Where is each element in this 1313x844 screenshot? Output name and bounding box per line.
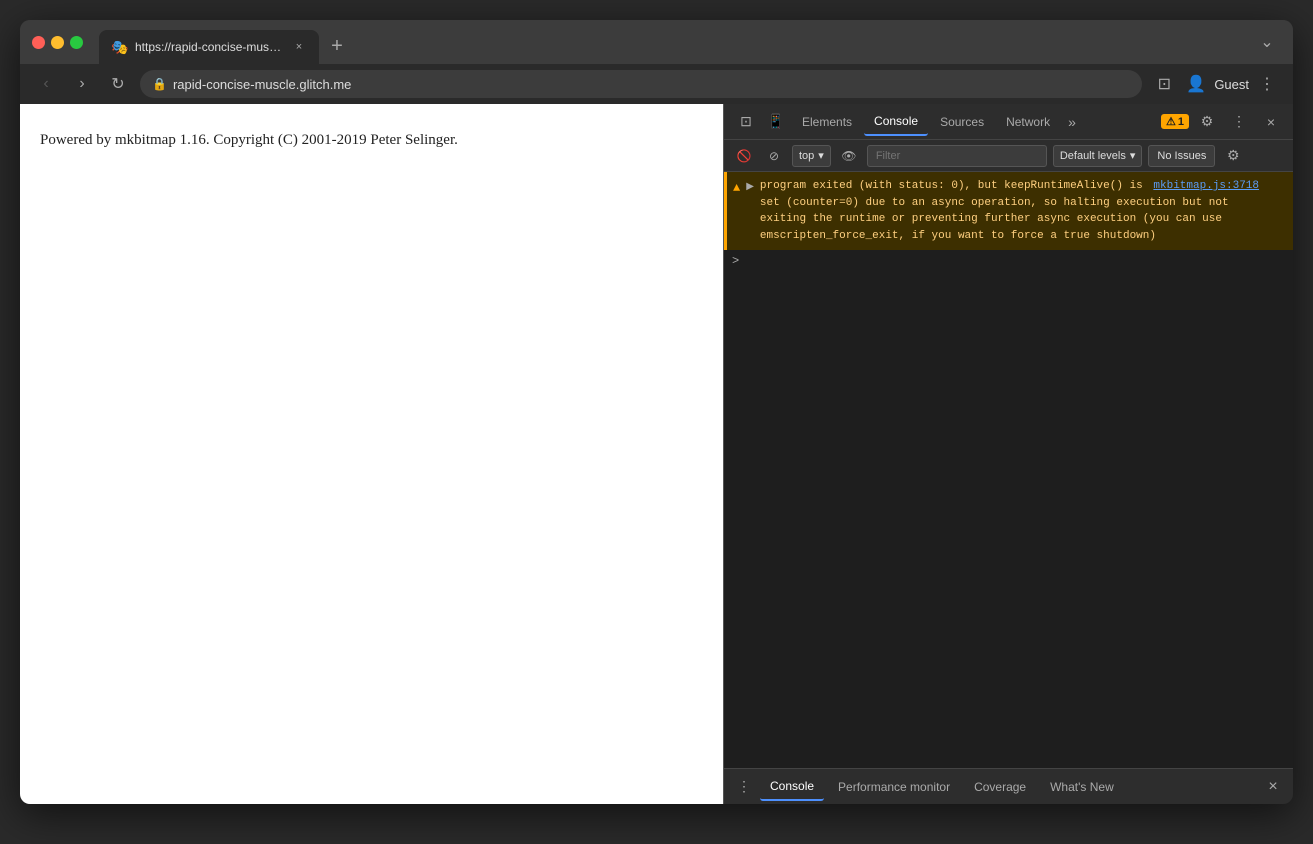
console-eye-button[interactable]: 👁	[837, 144, 861, 168]
bottom-tab-performance-monitor[interactable]: Performance monitor	[828, 773, 960, 801]
tab-favicon: 🎭	[111, 39, 127, 55]
devtools-bottom-bar: ⋮ Console Performance monitor Coverage W…	[724, 768, 1293, 804]
warning-triangle-icon: ⚠	[1166, 115, 1176, 128]
browser-menu-button[interactable]: ⋮	[1253, 70, 1281, 98]
content-area: Powered by mkbitmap 1.16. Copyright (C) …	[20, 104, 1293, 804]
warning-line1: program exited (with status: 0), but kee…	[760, 180, 1143, 192]
prompt-arrow-icon: >	[732, 254, 739, 268]
no-issues-button[interactable]: No Issues	[1148, 145, 1215, 167]
lock-icon: 🔒	[152, 77, 167, 91]
bottom-tab-whats-new[interactable]: What's New	[1040, 773, 1124, 801]
tab-strip-chevron[interactable]: ⌄	[1253, 28, 1281, 56]
context-arrow-icon: ▾	[818, 149, 824, 162]
page-text: Powered by mkbitmap 1.16. Copyright (C) …	[40, 132, 703, 149]
tab-elements[interactable]: Elements	[792, 108, 862, 136]
warning-badge[interactable]: ⚠ 1	[1161, 114, 1189, 129]
address-text: rapid-concise-muscle.glitch.me	[173, 77, 1130, 92]
warning-line2: set (counter=0) due to an async operatio…	[760, 197, 1229, 209]
close-window-button[interactable]	[32, 36, 45, 49]
console-filter-toggle[interactable]: ⊘	[762, 144, 786, 168]
console-output: ▲ ▶ program exited (with status: 0), but…	[724, 172, 1293, 768]
minimize-window-button[interactable]	[51, 36, 64, 49]
browser-tab[interactable]: 🎭 https://rapid-concise-muscle.g... ×	[99, 30, 319, 64]
page-content: Powered by mkbitmap 1.16. Copyright (C) …	[20, 104, 723, 804]
tab-title: https://rapid-concise-muscle.g...	[135, 40, 283, 54]
devtools-panel: ⊡ 📱 Elements Console Sources Network »	[723, 104, 1293, 804]
back-button[interactable]: ‹	[32, 70, 60, 98]
console-prompt-line[interactable]: >	[724, 250, 1293, 272]
address-bar: ‹ › ↻ 🔒 rapid-concise-muscle.glitch.me ⊡…	[20, 64, 1293, 104]
warning-file-link[interactable]: mkbitmap.js:3718	[1153, 180, 1259, 192]
warning-line4: emscripten_force_exit, if you want to fo…	[760, 230, 1156, 242]
devtools-open-button[interactable]: ⊡	[1150, 70, 1178, 98]
devtools-tab-bar: ⊡ 📱 Elements Console Sources Network »	[724, 104, 1293, 140]
warning-triangle-icon: ▲	[733, 179, 740, 197]
log-levels-arrow-icon: ▾	[1130, 149, 1136, 162]
address-input-container[interactable]: 🔒 rapid-concise-muscle.glitch.me	[140, 70, 1142, 98]
bottom-more-button[interactable]: ⋮	[732, 775, 756, 799]
devtools-right-icons: ⚠ 1 ⚙ ⋮ ×	[1161, 108, 1285, 136]
no-issues-label: No Issues	[1157, 150, 1206, 162]
console-toolbar: 🚫 ⊘ top ▾ 👁 Default levels ▾ No Issues ⚙	[724, 140, 1293, 172]
devtools-more-options-button[interactable]: ⋮	[1225, 108, 1253, 136]
console-settings-button[interactable]: ⚙	[1221, 144, 1245, 168]
bottom-close-button[interactable]: ×	[1261, 775, 1285, 799]
context-label: top	[799, 150, 814, 162]
devtools-settings-button[interactable]: ⚙	[1193, 108, 1221, 136]
tab-network[interactable]: Network	[996, 108, 1060, 136]
warning-line3: exiting the runtime or preventing furthe…	[760, 213, 1222, 225]
window-controls	[32, 36, 83, 49]
profile-label: Guest	[1214, 77, 1249, 92]
tab-console[interactable]: Console	[864, 108, 928, 136]
console-clear-button[interactable]: 🚫	[732, 144, 756, 168]
bottom-tab-console[interactable]: Console	[760, 773, 824, 801]
forward-button[interactable]: ›	[68, 70, 96, 98]
context-selector[interactable]: top ▾	[792, 145, 831, 167]
reload-button[interactable]: ↻	[104, 70, 132, 98]
devtools-inspect-button[interactable]: ⊡	[732, 108, 760, 136]
tab-bar: 🎭 https://rapid-concise-muscle.g... × +	[99, 20, 1245, 64]
tab-close-button[interactable]: ×	[291, 39, 307, 55]
warning-expand-icon[interactable]: ▶	[746, 180, 754, 195]
title-bar-right: ⌄	[1253, 28, 1281, 56]
console-warning-message: ▲ ▶ program exited (with status: 0), but…	[724, 172, 1293, 250]
devtools-close-button[interactable]: ×	[1257, 108, 1285, 136]
devtools-more-tabs-button[interactable]: »	[1062, 110, 1082, 134]
profile-button[interactable]: 👤	[1182, 70, 1210, 98]
address-right-buttons: ⊡ 👤 Guest ⋮	[1150, 70, 1281, 98]
warning-text: program exited (with status: 0), but kee…	[760, 178, 1285, 244]
log-levels-label: Default levels	[1060, 150, 1126, 162]
tab-sources[interactable]: Sources	[930, 108, 994, 136]
maximize-window-button[interactable]	[70, 36, 83, 49]
new-tab-button[interactable]: +	[323, 32, 351, 60]
console-filter-input[interactable]	[867, 145, 1047, 167]
title-bar: 🎭 https://rapid-concise-muscle.g... × + …	[20, 20, 1293, 64]
log-levels-selector[interactable]: Default levels ▾	[1053, 145, 1143, 167]
warning-count: 1	[1178, 116, 1184, 128]
bottom-tab-coverage[interactable]: Coverage	[964, 773, 1036, 801]
browser-window: 🎭 https://rapid-concise-muscle.g... × + …	[20, 20, 1293, 804]
devtools-device-button[interactable]: 📱	[762, 108, 790, 136]
